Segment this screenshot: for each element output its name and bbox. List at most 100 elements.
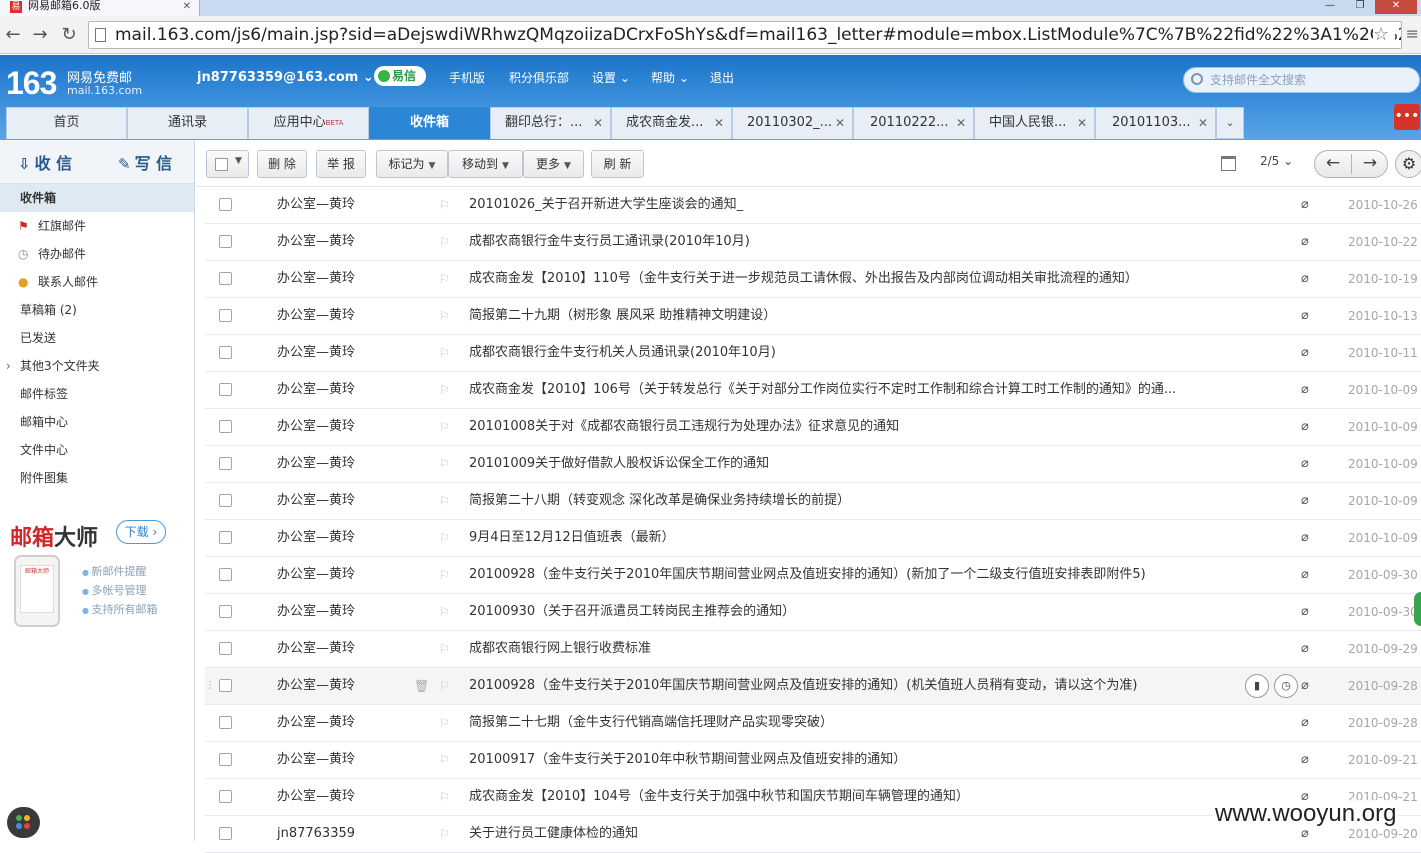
- mail-row[interactable]: 办公室—黄玲 ⚐ 20101026_关于召开新进大学生座谈会的通知_ ⌀ 2010-10…: [205, 187, 1421, 224]
- tab-apps[interactable]: 应用中心BETA: [248, 107, 369, 139]
- mail-row[interactable]: ⋮⋮ 办公室—黄玲 🗑 ⚐ 20100928（金牛支行关于2010年国庆节期间营业网点及…: [205, 668, 1421, 705]
- tab-inbox[interactable]: 收件箱: [369, 107, 490, 139]
- row-checkbox[interactable]: [219, 457, 232, 470]
- mail-row[interactable]: 办公室—黄玲 ⚐ 20100917（金牛支行关于2010年中秋节期间营业网点及值班安…: [205, 742, 1421, 779]
- flag-icon[interactable]: ⚐: [439, 594, 450, 630]
- mail-row[interactable]: 办公室—黄玲 ⚐ 9月4日至12月12日值班表（最新） ⌀ 2010-10-09: [205, 520, 1421, 557]
- promo-download-button[interactable]: 下载 ›: [116, 520, 166, 544]
- report-button[interactable]: 举 报: [316, 150, 366, 178]
- row-checkbox[interactable]: [219, 420, 232, 433]
- row-checkbox[interactable]: [219, 531, 232, 544]
- flag-icon[interactable]: ⚐: [439, 631, 450, 667]
- clock-icon[interactable]: ◷: [1274, 674, 1298, 698]
- minimize-icon[interactable]: —: [1315, 0, 1345, 14]
- mail-row[interactable]: 办公室—黄玲 ⚐ 简报第二十七期（金牛支行代销高端信托理财产品实现零突破） ⌀ 2010…: [205, 705, 1421, 742]
- mail-row[interactable]: 办公室—黄玲 ⚐ 成都农商银行网上银行收费标准 ⌀ 2010-09-29: [205, 631, 1421, 668]
- account-menu[interactable]: jn87763359@163.com ⌄: [197, 70, 374, 85]
- row-checkbox[interactable]: [219, 272, 232, 285]
- mail-row[interactable]: 办公室—黄玲 ⚐ 成农商金发【2010】106号（关于转发总行《关于对部分工作岗位实…: [205, 372, 1421, 409]
- mark-as-button[interactable]: 标记为 ▼: [376, 150, 448, 178]
- row-checkbox[interactable]: [219, 568, 232, 581]
- mobile-link[interactable]: 手机版: [449, 69, 485, 86]
- tab-close-icon[interactable]: ✕: [956, 108, 966, 138]
- page-selector[interactable]: 2/5 ⌄: [1260, 154, 1293, 168]
- star-icon[interactable]: ☆: [1373, 22, 1395, 48]
- flag-icon[interactable]: ⚐: [439, 816, 450, 852]
- flag-icon[interactable]: ⚐: [439, 557, 450, 593]
- mail-master-promo[interactable]: 邮箱大师 下载 › 邮箱大师 新邮件提醒 多帐号管理 支持所有邮箱: [0, 515, 194, 635]
- tab-letter-5[interactable]: 中国人民银... ✕: [974, 107, 1095, 139]
- row-checkbox[interactable]: [219, 346, 232, 359]
- mail-row[interactable]: 办公室—黄玲 ⚐ 20100930（关于召开派遣员工转岗民主推荐会的通知） ⌀ 2010…: [205, 594, 1421, 631]
- tab-letter-2[interactable]: 成农商金发... ✕: [611, 107, 732, 139]
- window-close-icon[interactable]: ✕: [1375, 0, 1417, 14]
- sidebar-item-labels[interactable]: 邮件标签: [0, 380, 194, 408]
- delete-button[interactable]: 删 除: [257, 150, 307, 178]
- receive-button[interactable]: ⇩ 收 信: [18, 150, 72, 174]
- flag-icon[interactable]: ⚐: [439, 705, 450, 741]
- mail-row[interactable]: 办公室—黄玲 ⚐ 20100928（金牛支行关于2010年国庆节期间营业网点及值班安…: [205, 557, 1421, 594]
- bookmark-icon[interactable]: ▮: [1245, 674, 1269, 698]
- flag-icon[interactable]: ⚐: [439, 187, 450, 223]
- calendar-icon[interactable]: [1221, 156, 1236, 171]
- row-checkbox[interactable]: [219, 827, 232, 840]
- trash-icon[interactable]: 🗑: [414, 668, 429, 704]
- flag-icon[interactable]: ⚐: [439, 409, 450, 445]
- tab-close-icon[interactable]: ✕: [593, 108, 603, 138]
- flag-icon[interactable]: ⚐: [439, 446, 450, 482]
- sidebar-item-file-center[interactable]: 文件中心: [0, 436, 194, 464]
- flag-icon[interactable]: ⚐: [439, 298, 450, 334]
- sidebar-item-sent[interactable]: 已发送: [0, 324, 194, 352]
- refresh-button[interactable]: 刷 新: [591, 150, 644, 178]
- mail-row[interactable]: 办公室—黄玲 ⚐ 成农商金发【2010】110号（金牛支行关于进一步规范员工请休假、…: [205, 261, 1421, 298]
- row-checkbox[interactable]: [219, 235, 232, 248]
- flag-icon[interactable]: ⚐: [439, 261, 450, 297]
- sidebar-item-inbox[interactable]: 收件箱: [0, 184, 194, 212]
- gear-icon[interactable]: ⚙: [1395, 150, 1421, 178]
- sidebar-item-mail-center[interactable]: 邮箱中心: [0, 408, 194, 436]
- flag-icon[interactable]: ⚐: [439, 668, 450, 704]
- flag-icon[interactable]: ⚐: [439, 372, 450, 408]
- mail-row[interactable]: 办公室—黄玲 ⚐ 成都农商银行金牛支行机关人员通讯录(2010年10月) ⌀ 2010-…: [205, 335, 1421, 372]
- help-link[interactable]: 帮助 ⌄: [651, 69, 689, 86]
- sidebar-item-contact-mail[interactable]: ● 联系人邮件: [0, 268, 194, 296]
- row-checkbox[interactable]: [219, 790, 232, 803]
- browser-tab[interactable]: 易 网易邮箱6.0版 ✕: [0, 0, 200, 16]
- row-checkbox[interactable]: [219, 753, 232, 766]
- sidebar-item-flagged[interactable]: ⚑ 红旗邮件: [0, 212, 194, 240]
- sidebar-item-attachments[interactable]: 附件图集: [0, 464, 194, 492]
- settings-link[interactable]: 设置 ⌄: [592, 69, 630, 86]
- row-checkbox[interactable]: [219, 383, 232, 396]
- tab-close-icon[interactable]: ✕: [835, 108, 845, 138]
- yixin-button[interactable]: 易信: [374, 66, 426, 86]
- row-checkbox[interactable]: [219, 642, 232, 655]
- row-checkbox[interactable]: [219, 605, 232, 618]
- sidebar-item-todo[interactable]: ◷ 待办邮件: [0, 240, 194, 268]
- tab-close-icon[interactable]: ✕: [1077, 108, 1087, 138]
- more-apps-icon[interactable]: •••: [1394, 104, 1420, 130]
- row-checkbox[interactable]: [219, 679, 232, 692]
- row-checkbox[interactable]: [219, 198, 232, 211]
- flag-icon[interactable]: ⚐: [439, 742, 450, 778]
- browser-menu-icon[interactable]: ≡: [1406, 24, 1419, 43]
- row-checkbox[interactable]: [219, 494, 232, 507]
- forward-icon[interactable]: →: [29, 24, 51, 45]
- tab-close-icon[interactable]: ✕: [183, 1, 191, 13]
- flag-icon[interactable]: ⚐: [439, 520, 450, 556]
- mail-row[interactable]: 办公室—黄玲 ⚐ 20101008关于对《成都农商银行员工违规行为处理办法》征求意见…: [205, 409, 1421, 446]
- flag-icon[interactable]: ⚐: [439, 779, 450, 815]
- tab-home[interactable]: 首页: [6, 107, 127, 139]
- tab-contacts[interactable]: 通讯录: [127, 107, 248, 139]
- flag-icon[interactable]: ⚐: [439, 224, 450, 260]
- tabs-overflow-dropdown[interactable]: ⌄: [1216, 107, 1244, 139]
- mail-row[interactable]: 办公室—黄玲 ⚐ 简报第二十九期（树形象 展风采 助推精神文明建设） ⌀ 2010-10…: [205, 298, 1421, 335]
- more-button[interactable]: 更多 ▼: [523, 150, 584, 178]
- points-club-link[interactable]: 积分俱乐部: [509, 69, 569, 86]
- row-checkbox[interactable]: [219, 716, 232, 729]
- flag-icon[interactable]: ⚐: [439, 483, 450, 519]
- mail-row[interactable]: 办公室—黄玲 ⚐ 20101009关于做好借款人股权诉讼保全工作的通知 ⌀ 2010-1…: [205, 446, 1421, 483]
- row-checkbox[interactable]: [219, 309, 232, 322]
- tab-close-icon[interactable]: ✕: [1198, 108, 1208, 138]
- select-all-checkbox[interactable]: ▼: [206, 150, 249, 178]
- sidebar-item-other-folders[interactable]: › 其他3个文件夹: [0, 352, 194, 380]
